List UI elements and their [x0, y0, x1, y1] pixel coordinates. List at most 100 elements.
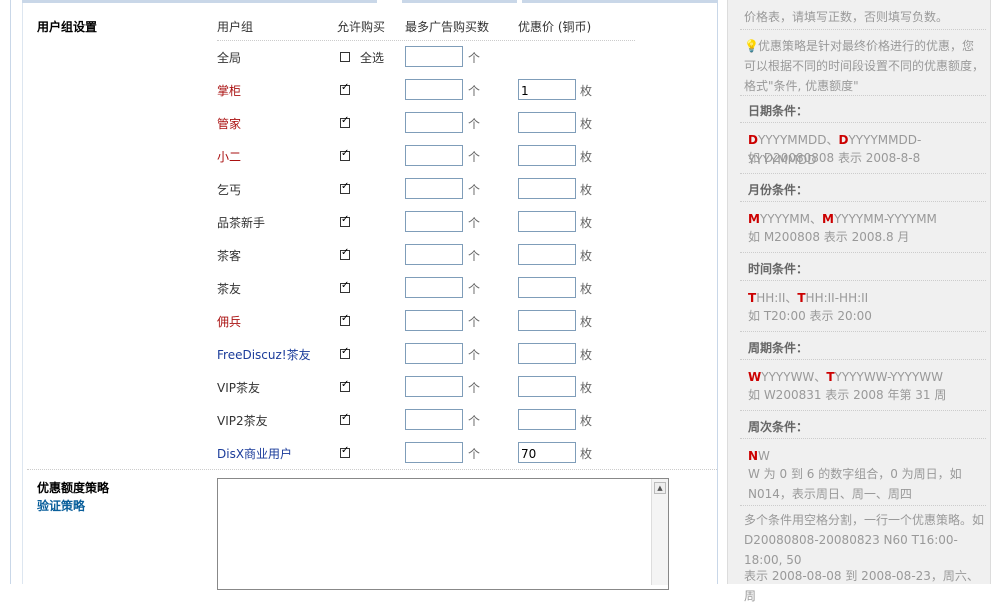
scroll-up-icon[interactable]: ▲: [654, 482, 666, 494]
discount-price-input[interactable]: [518, 244, 576, 265]
date-condition-title: 日期条件：: [748, 104, 809, 118]
max-ads-input[interactable]: [405, 442, 463, 463]
max-ads-input[interactable]: [405, 409, 463, 430]
unit-count-label: 个: [468, 150, 481, 164]
verify-policy-link[interactable]: 验证策略: [37, 497, 85, 514]
discount-price-input[interactable]: 1: [518, 79, 576, 100]
group-name: 佣兵: [217, 315, 242, 329]
group-name: VIP2茶友: [217, 414, 268, 428]
max-ads-input[interactable]: [405, 376, 463, 397]
sidebar-top-note: 价格表，请填写正数，否则填写负数。: [744, 10, 949, 24]
weekday-format: NW: [748, 449, 770, 463]
unit-count-label: 个: [468, 348, 481, 362]
group-name: 管家: [217, 117, 242, 131]
discount-policy-textarea[interactable]: ▲: [217, 478, 669, 590]
unit-price-label: 枚: [580, 183, 593, 197]
lightbulb-icon: 💡: [744, 39, 759, 53]
group-name: 茶客: [217, 249, 242, 263]
help-sidebar: 价格表，请填写正数，否则填写负数。 💡优惠策略是针对最终价格进行的优惠，您可以根…: [727, 0, 991, 603]
group-row: 管家 个 枚: [22, 108, 717, 141]
allow-buy-checkbox[interactable]: [340, 148, 350, 161]
unit-count-label: 个: [468, 216, 481, 230]
week-format: WYYYYWW、TYYYYWW-YYYYWW: [748, 370, 944, 384]
allow-buy-checkbox[interactable]: [340, 445, 350, 458]
unit-count-label: 个: [468, 84, 481, 98]
max-ads-input[interactable]: [405, 343, 463, 364]
discount-price-input[interactable]: [518, 310, 576, 331]
unit-price-label: 枚: [580, 282, 593, 296]
header-group: 用户组: [217, 20, 254, 34]
unit-price-label: 枚: [580, 216, 593, 230]
multi-condition-desc: 多个条件用空格分割，一行一个优惠策略。如 D20080808-20080823 …: [744, 513, 985, 567]
max-ads-input[interactable]: [405, 145, 463, 166]
discount-price-input[interactable]: [518, 145, 576, 166]
section-divider: [27, 469, 717, 470]
select-all-checkbox[interactable]: [340, 52, 350, 62]
max-ads-input[interactable]: [405, 178, 463, 199]
month-example: 如 M200808 表示 2008.8 月: [748, 230, 910, 244]
group-name: 全局: [217, 51, 242, 65]
group-row: 掌柜 个 1枚: [22, 75, 717, 108]
group-row: 小二 个 枚: [22, 141, 717, 174]
unit-price-label: 枚: [580, 150, 593, 164]
discount-price-input[interactable]: [518, 112, 576, 133]
max-ads-input[interactable]: [405, 244, 463, 265]
max-ads-input[interactable]: [405, 46, 463, 67]
time-format: THH:II、THH:II-HH:II: [748, 291, 869, 305]
settings-form: 用户组设置 用户组 允许购买 最多广告购买数 优惠价 (铜币) 全局全选个掌柜个…: [22, 0, 718, 590]
group-row: 茶客 个 枚: [22, 240, 717, 273]
week-condition-title: 周期条件：: [748, 341, 809, 355]
header-allow: 允许购买: [337, 20, 386, 34]
unit-count-label: 个: [468, 447, 481, 461]
allow-buy-checkbox[interactable]: [340, 313, 350, 326]
unit-price-label: 枚: [580, 315, 593, 329]
allow-buy-checkbox[interactable]: [340, 115, 350, 128]
date-example: 如 D20080808 表示 2008-8-8: [748, 151, 921, 165]
month-format: MYYYYMM、MYYYYMM-YYYYMM: [748, 212, 937, 226]
header-divider: [217, 40, 635, 41]
allow-buy-checkbox[interactable]: [340, 247, 350, 260]
allow-buy-checkbox[interactable]: [340, 379, 350, 392]
discount-price-input[interactable]: 70: [518, 442, 576, 463]
time-condition-title: 时间条件：: [748, 262, 809, 276]
group-row: 全局 全选 个: [22, 42, 717, 75]
group-row: 佣兵 个 枚: [22, 306, 717, 339]
allow-buy-checkbox[interactable]: [340, 412, 350, 425]
discount-price-input[interactable]: [518, 343, 576, 364]
allow-buy-checkbox[interactable]: [340, 181, 350, 194]
weekday-condition-title: 周次条件：: [748, 420, 809, 434]
frame-border-left: [10, 0, 11, 584]
group-name: DisX商业用户: [217, 447, 293, 461]
group-row: 乞丐 个 枚: [22, 174, 717, 207]
max-ads-input[interactable]: [405, 79, 463, 100]
weekday-desc: W 为 0 到 6 的数字组合，0 为周日，如 N014，表示周日、周一、周四: [748, 467, 962, 501]
max-ads-input[interactable]: [405, 310, 463, 331]
group-name: 品茶新手: [217, 216, 266, 230]
discount-price-input[interactable]: [518, 178, 576, 199]
group-row: DisX商业用户 个 70 枚: [22, 438, 717, 471]
max-ads-input[interactable]: [405, 211, 463, 232]
group-row: 品茶新手 个 枚: [22, 207, 717, 240]
allow-buy-checkbox[interactable]: [340, 346, 350, 359]
group-name: 乞丐: [217, 183, 242, 197]
week-example: 如 W200831 表示 2008 年第 31 周: [748, 388, 947, 402]
unit-price-label: 枚: [580, 414, 593, 428]
allow-buy-checkbox[interactable]: [340, 82, 350, 95]
unit-price-label: 枚: [580, 84, 593, 98]
textarea-scrollbar[interactable]: ▲: [651, 479, 668, 585]
discount-price-input[interactable]: [518, 409, 576, 430]
group-name: VIP茶友: [217, 381, 260, 395]
discount-price-input[interactable]: [518, 211, 576, 232]
unit-price-label: 枚: [580, 249, 593, 263]
unit-price-label: 枚: [580, 117, 593, 131]
max-ads-input[interactable]: [405, 277, 463, 298]
time-example: 如 T20:00 表示 20:00: [748, 309, 872, 323]
allow-buy-checkbox[interactable]: [340, 214, 350, 227]
discount-price-input[interactable]: [518, 277, 576, 298]
allow-buy-checkbox[interactable]: [340, 280, 350, 293]
unit-count-label: 个: [468, 183, 481, 197]
discount-price-input[interactable]: [518, 376, 576, 397]
max-ads-input[interactable]: [405, 112, 463, 133]
unit-count-label: 个: [468, 249, 481, 263]
sidebar-tip: 💡优惠策略是针对最终价格进行的优惠，您可以根据不同的时间段设置不同的优惠额度，格…: [744, 36, 984, 96]
